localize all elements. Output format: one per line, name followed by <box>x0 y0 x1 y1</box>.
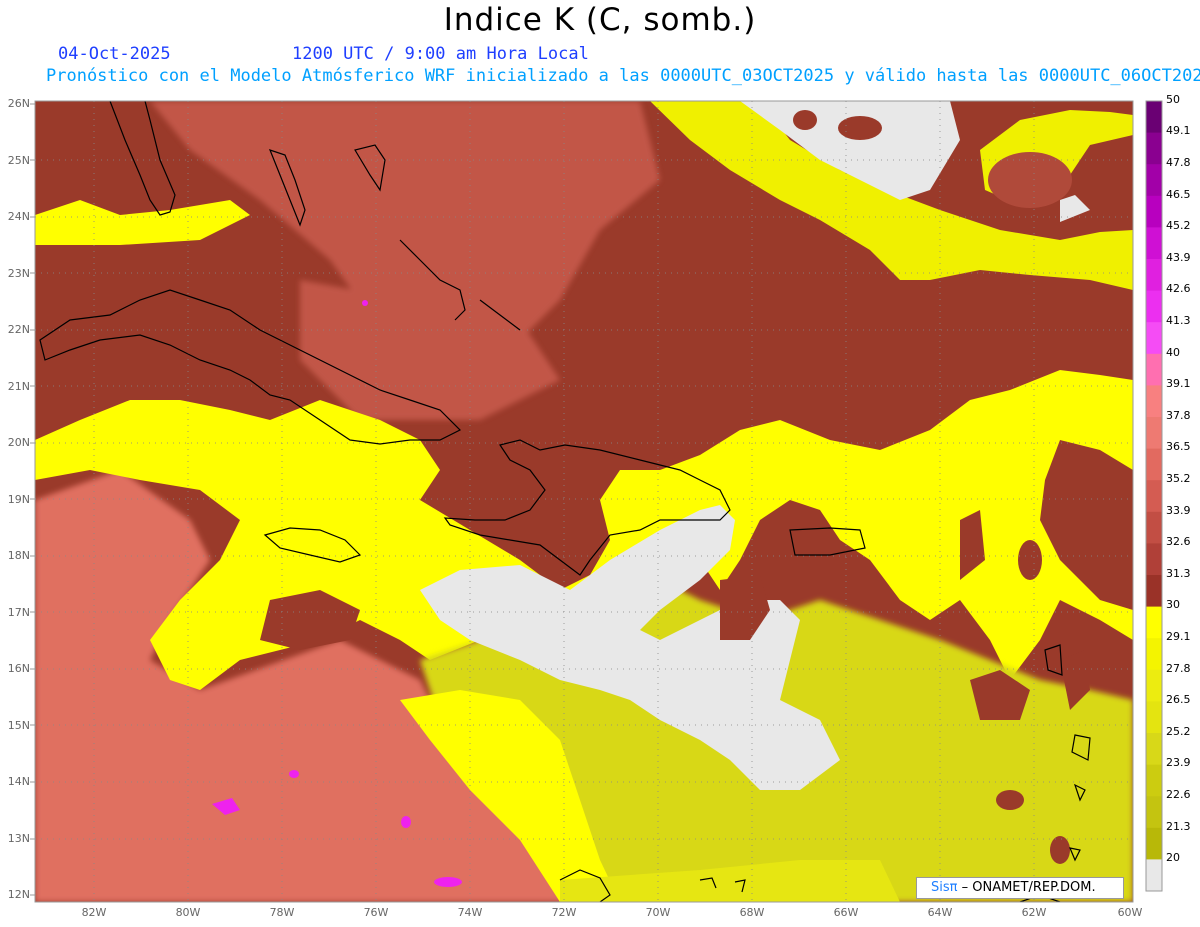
lat-label: 25N <box>7 154 30 167</box>
credit-org: – ONAMET/REP.DOM. <box>961 880 1096 895</box>
lon-label: 74W <box>457 906 483 919</box>
colorbar-label: 31.3 <box>1166 566 1191 580</box>
colorbar-label: 27.8 <box>1166 661 1191 675</box>
lat-label: 20N <box>7 436 30 449</box>
lat-label: 14N <box>7 775 30 788</box>
lon-label: 80W <box>175 906 201 919</box>
colorbar-label: 43.9 <box>1166 250 1191 264</box>
colorbar-label: 37.8 <box>1166 408 1191 422</box>
colorbar-swatch <box>1146 543 1162 576</box>
credit-box: Sisπ – ONAMET/REP.DOM. <box>916 877 1124 899</box>
colorbar-label: 47.8 <box>1166 156 1191 169</box>
colorbar-label: 50 <box>1166 92 1180 106</box>
colorbar-swatch <box>1146 417 1162 450</box>
colorbar-label: 35.2 <box>1166 472 1191 485</box>
map-field <box>35 101 1133 902</box>
colorbar-swatch <box>1146 164 1162 197</box>
colorbar-swatch <box>1146 796 1162 829</box>
lat-label: 18N <box>7 549 30 562</box>
colorbar-swatch <box>1146 827 1162 860</box>
lon-label: 78W <box>269 906 295 919</box>
colorbar-label: 39.1 <box>1166 377 1191 391</box>
lat-label: 15N <box>7 719 30 732</box>
lon-label: 76W <box>363 906 389 919</box>
colorbar-swatch <box>1146 606 1162 639</box>
lon-label: 62W <box>1021 906 1047 919</box>
colorbar-swatch <box>1146 132 1162 165</box>
lon-label: 68W <box>739 906 765 919</box>
lat-label: 21N <box>7 380 30 393</box>
colorbar-label: 20 <box>1166 851 1180 865</box>
colorbar-swatch <box>1146 733 1162 766</box>
lat-label: 13N <box>7 832 30 845</box>
colorbar-label: 33.9 <box>1166 503 1191 517</box>
colorbar-swatch <box>1146 227 1162 260</box>
colorbar-swatch <box>1146 385 1162 418</box>
lat-label: 17N <box>7 606 30 619</box>
lon-label: 66W <box>833 906 859 919</box>
colorbar-label: 30 <box>1166 598 1180 612</box>
colorbar-swatch <box>1146 511 1162 544</box>
colorbar-swatch <box>1146 638 1162 671</box>
axis-ticks <box>30 103 35 896</box>
colorbar-label: 40 <box>1166 345 1180 359</box>
colorbar-label: 36.5 <box>1166 440 1191 454</box>
colorbar-label: 25.2 <box>1166 724 1191 738</box>
colorbar-swatch <box>1146 322 1162 355</box>
sispi-logo: Sisπ <box>931 880 958 895</box>
lat-label: 24N <box>7 210 30 223</box>
colorbar-swatch <box>1146 701 1162 734</box>
colorbar-swatch <box>1146 290 1162 323</box>
lat-label: 19N <box>7 493 30 506</box>
colorbar-swatch <box>1146 859 1162 892</box>
colorbar-swatch <box>1146 480 1162 513</box>
lon-label: 82W <box>81 906 107 919</box>
colorbar-swatch <box>1146 259 1162 292</box>
lat-label: 26N <box>7 97 30 110</box>
colorbar-label: 32.6 <box>1166 535 1191 549</box>
colorbar-label: 21.3 <box>1166 819 1191 833</box>
lon-label: 60W <box>1117 906 1143 919</box>
colorbar-label: 49.1 <box>1166 124 1191 138</box>
colorbar-swatch <box>1146 101 1162 134</box>
k-index-map <box>30 100 1163 903</box>
colorbar-label: 45.2 <box>1166 219 1191 233</box>
colorbar-label: 46.5 <box>1166 187 1191 201</box>
lat-label: 23N <box>7 267 30 280</box>
colorbar-swatch <box>1146 764 1162 797</box>
colorbar-swatch <box>1146 195 1162 228</box>
colorbar-label: 42.6 <box>1166 282 1191 296</box>
lat-label: 12N <box>7 888 30 901</box>
colorbar-label: 23.9 <box>1166 756 1191 770</box>
colorbar-label: 22.6 <box>1166 788 1191 801</box>
colorbar-swatch <box>1146 353 1162 386</box>
colorbar <box>1145 100 1163 892</box>
colorbar-swatch <box>1146 575 1162 608</box>
colorbar-label: 41.3 <box>1166 314 1191 327</box>
lat-label: 16N <box>7 662 30 675</box>
lon-label: 70W <box>645 906 671 919</box>
colorbar-swatch <box>1146 669 1162 702</box>
lon-label: 64W <box>927 906 953 919</box>
lat-label: 22N <box>7 323 30 336</box>
colorbar-label: 29.1 <box>1166 630 1191 643</box>
colorbar-label: 26.5 <box>1166 693 1191 707</box>
lon-label: 72W <box>551 906 577 919</box>
colorbar-swatch <box>1146 448 1162 481</box>
